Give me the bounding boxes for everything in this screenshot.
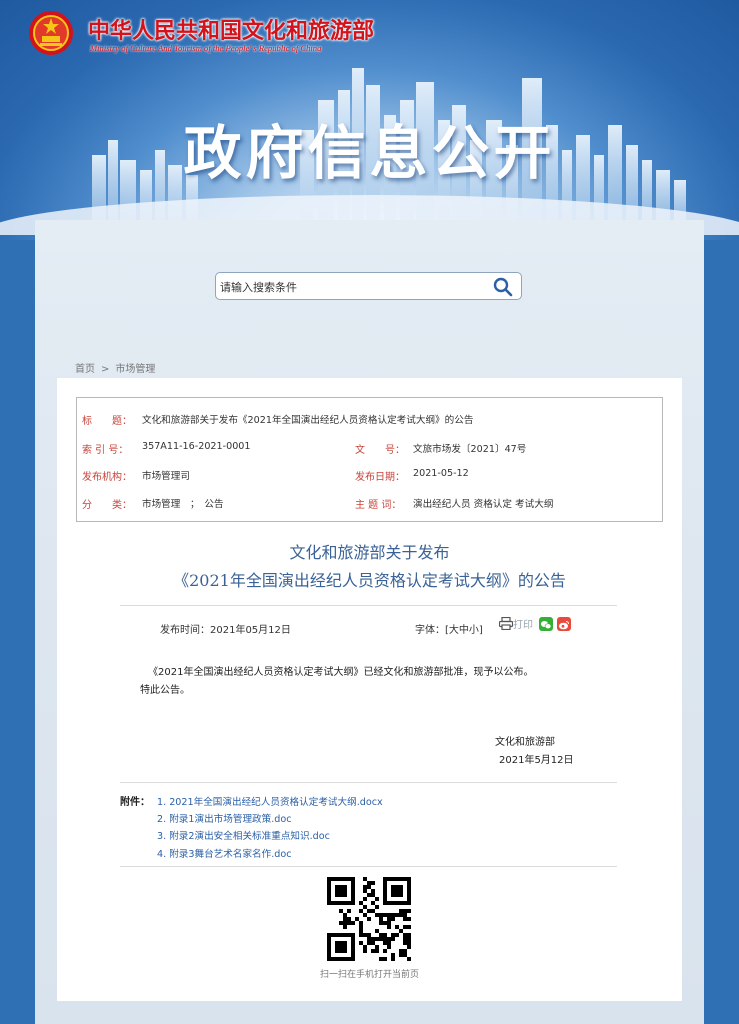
meta-docno-value: 文旅市场发〔2021〕47号 [413,444,527,455]
publish-time: 发布时间：2021年05月12日 [160,625,291,636]
qr-caption: 扫一扫在手机打开当前页 [319,970,419,980]
attachment-link[interactable]: 1. 2021年全国演出经纪人员资格认定考试大纲.docx [157,794,383,808]
meta-title-label: 标 题： [82,416,132,427]
qr-code-image [327,877,411,961]
breadcrumb-separator: > [101,364,110,375]
divider [120,866,617,867]
meta-title-value: 文化和旅游部关于发布《2021年全国演出经纪人员资格认定考试大纲》的公告 [142,415,474,426]
meta-category-label: 分 类： [82,500,132,511]
signature-org: 文化和旅游部 [495,737,555,748]
meta-docno-label: 文 号： [355,445,405,456]
weibo-share-icon[interactable] [557,617,571,631]
divider [120,782,617,783]
meta-index-label: 索 引 号： [82,445,129,456]
article-title-line1: 文化和旅游部关于发布 [289,543,450,562]
article-paragraph: 《2021年全国演出经纪人员资格认定考试大纲》已经文化和旅游部批准，现予以公布。 [148,667,534,678]
breadcrumb: 首页 > 市场管理 [75,360,161,375]
wechat-share-icon[interactable] [539,617,553,631]
meta-date-value: 2021-05-12 [413,468,469,479]
attachments-label: 附件： [120,797,150,808]
banner-title: 政府信息公开 [183,119,556,187]
print-button[interactable]: 打印 [498,616,533,631]
metadata-table: 标 题： 文化和旅游部关于发布《2021年全国演出经纪人员资格认定考试大纲》的公… [76,397,663,522]
article-title-line2: 《2021年全国演出经纪人员资格认定考试大纲》的公告 [173,571,566,590]
divider [120,605,617,606]
meta-keywords-value: 演出经纪人员 资格认定 考试大纲 [413,499,554,510]
signature-date: 2021年5月12日 [499,755,574,766]
meta-org-label: 发布机构： [82,472,132,483]
article-paragraph: 特此公告。 [140,685,190,696]
header-banner: 中华人民共和国文化和旅游部 Ministry of Culture And To… [0,0,739,240]
breadcrumb-section-link[interactable]: 市场管理 [115,364,155,375]
breadcrumb-home-link[interactable]: 首页 [75,364,95,375]
attachment-link[interactable]: 2. 附录1演出市场管理政策.doc [157,811,292,825]
font-size-selector[interactable]: 字体：[大中小] [415,621,483,636]
search-input[interactable] [216,273,492,301]
search-box [215,272,522,301]
site-name-english: Ministry of Culture And Tourism of the P… [90,43,322,53]
search-icon[interactable] [493,277,513,297]
meta-index-value: 357A11-16-2021-0001 [142,441,251,452]
print-label: 打印 [513,620,533,631]
attachment-link[interactable]: 4. 附录3舞台艺术名家名作.doc [157,846,292,860]
meta-keywords-label: 主 题 词： [355,500,402,511]
printer-icon [498,616,514,631]
site-name[interactable]: 中华人民共和国文化和旅游部 [88,13,374,45]
attachment-link[interactable]: 3. 附录2演出安全相关标准重点知识.doc [157,828,330,842]
meta-date-label: 发布日期： [355,472,405,483]
national-emblem-icon [29,11,73,55]
meta-org-value: 市场管理司 [142,471,190,482]
meta-category-value: 市场管理 ； 公告 [142,499,224,510]
